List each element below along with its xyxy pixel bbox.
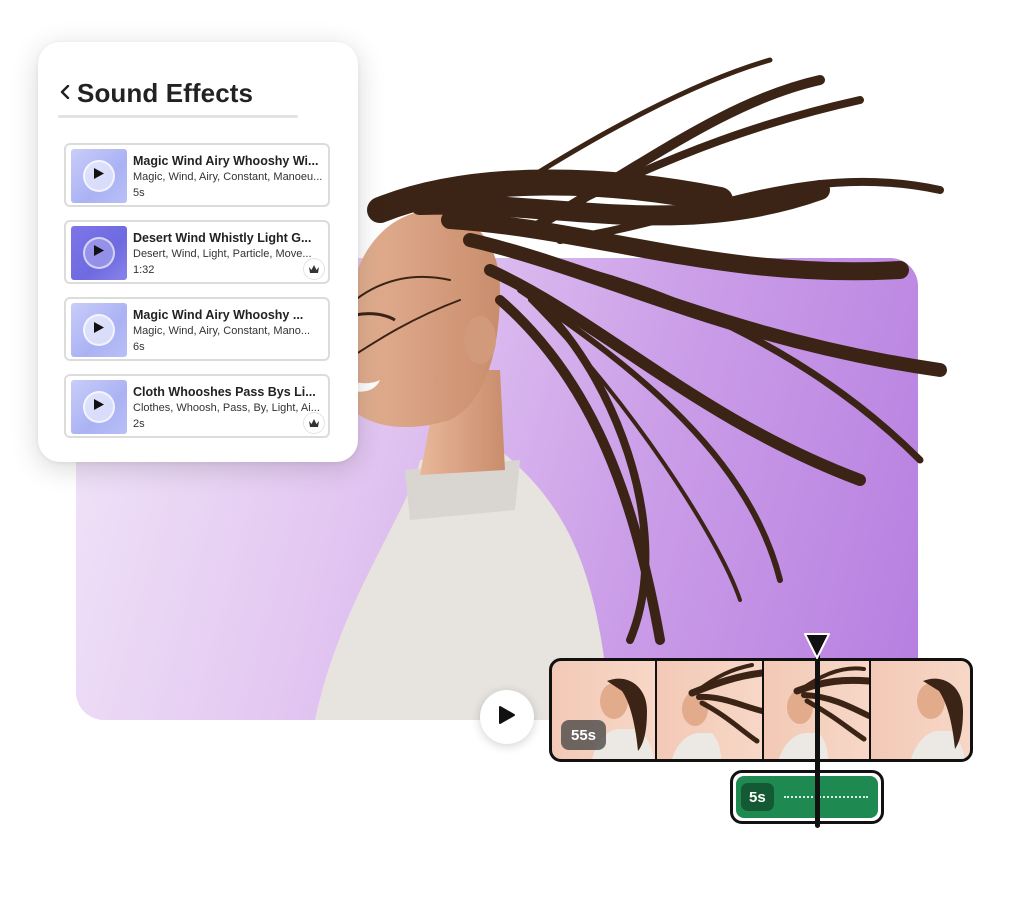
sound-tags: Magic, Wind, Airy, Constant, Manoeu...: [133, 171, 323, 183]
play-icon[interactable]: [93, 167, 105, 185]
crown-icon: [304, 413, 324, 433]
panel-title: Sound Effects: [77, 78, 254, 108]
sound-effects-panel: Sound Effects Magic Wind Airy Whooshy Wi…: [38, 42, 358, 462]
sound-effect-item[interactable]: Magic Wind Airy Whooshy ... Magic, Wind,…: [64, 297, 330, 361]
play-icon[interactable]: [93, 398, 105, 416]
sound-effect-item[interactable]: Magic Wind Airy Whooshy Wi... Magic, Win…: [64, 143, 330, 207]
sound-effect-item[interactable]: Desert Wind Whistly Light G... Desert, W…: [64, 220, 330, 284]
sound-duration: 2s: [133, 418, 145, 430]
play-button[interactable]: [480, 690, 534, 744]
sound-thumbnail[interactable]: [71, 303, 127, 357]
sound-tags: Clothes, Whoosh, Pass, By, Light, Ai...: [133, 402, 320, 414]
video-duration-badge: 55s: [561, 720, 607, 750]
audio-waveform-dots: [784, 796, 868, 798]
audio-clip-fill[interactable]: 5s: [736, 776, 878, 818]
timeline-frame[interactable]: [871, 661, 970, 759]
sound-title: Magic Wind Airy Whooshy Wi...: [133, 154, 319, 168]
sound-effect-item[interactable]: Cloth Whooshes Pass Bys Li... Clothes, W…: [64, 374, 330, 438]
playhead-line[interactable]: [815, 652, 820, 828]
play-icon[interactable]: [93, 244, 105, 262]
timeline-frame[interactable]: [656, 661, 764, 759]
sound-tags: Magic, Wind, Airy, Constant, Mano...: [133, 325, 311, 337]
video-timeline[interactable]: [549, 658, 973, 762]
panel-divider: [58, 115, 298, 118]
sound-thumbnail[interactable]: [71, 149, 127, 203]
sound-title: Magic Wind Airy Whooshy ...: [133, 308, 304, 322]
sound-duration: 1:32: [133, 264, 155, 276]
crown-icon: [304, 259, 324, 279]
sound-title: Cloth Whooshes Pass Bys Li...: [133, 385, 316, 399]
audio-duration-badge: 5s: [741, 783, 774, 811]
play-icon[interactable]: [498, 705, 516, 730]
sound-thumbnail[interactable]: [71, 226, 127, 280]
playhead-marker-icon[interactable]: [802, 631, 832, 661]
sound-title: Desert Wind Whistly Light G...: [133, 231, 312, 245]
sound-duration: 6s: [133, 341, 145, 353]
chevron-left-icon[interactable]: [58, 84, 72, 99]
sound-duration: 5s: [133, 187, 145, 199]
play-icon[interactable]: [93, 321, 105, 339]
woman-hair-photo: [300, 57, 947, 720]
sound-effects-list: Magic Wind Airy Whooshy Wi... Magic, Win…: [64, 143, 330, 451]
audio-clip[interactable]: 5s: [730, 770, 884, 824]
sound-thumbnail[interactable]: [71, 380, 127, 434]
sound-tags: Desert, Wind, Light, Particle, Move...: [133, 248, 312, 260]
panel-header: Sound Effects: [58, 78, 253, 109]
